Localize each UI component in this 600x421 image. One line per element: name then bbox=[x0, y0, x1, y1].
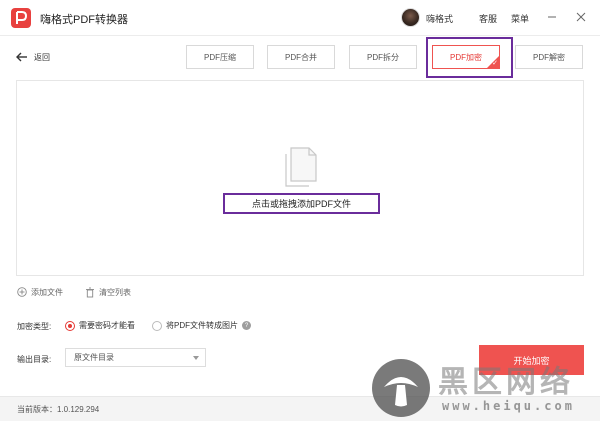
radio-selected-icon bbox=[65, 320, 75, 331]
back-button[interactable]: 返回 bbox=[16, 51, 50, 63]
drop-zone-prompt[interactable]: 点击或拖拽添加PDF文件 bbox=[223, 193, 380, 214]
tab-pdf-decrypt[interactable]: PDF解密 bbox=[515, 45, 583, 69]
tab-label: PDF压缩 bbox=[204, 52, 236, 62]
radio-convert-to-image[interactable]: 将PDF文件转成图片 ? bbox=[152, 320, 251, 331]
radio-unselected-icon bbox=[152, 320, 162, 331]
watermark-url: www.heiqu.com bbox=[442, 399, 575, 413]
radio-password-required[interactable]: 需要密码才能看 bbox=[65, 320, 135, 331]
tab-pdf-merge[interactable]: PDF合并 bbox=[267, 45, 335, 69]
arrow-left-icon bbox=[16, 52, 27, 62]
radio-password-label: 需要密码才能看 bbox=[79, 321, 135, 330]
radio-image-label: 将PDF文件转成图片 bbox=[166, 321, 238, 330]
minimize-icon[interactable] bbox=[545, 10, 559, 24]
close-icon[interactable] bbox=[574, 10, 588, 24]
app-title: 嗨格式PDF转换器 bbox=[40, 14, 128, 26]
add-file-label: 添加文件 bbox=[31, 287, 63, 297]
title-bar: 嗨格式PDF转换器 嗨格式 客服 菜单 bbox=[0, 0, 600, 36]
app-logo-icon bbox=[11, 8, 31, 28]
username[interactable]: 嗨格式 bbox=[426, 12, 453, 25]
document-icon bbox=[285, 147, 317, 187]
chevron-down-icon bbox=[193, 356, 199, 360]
version-text: 当前版本：1.0.129.294 bbox=[17, 405, 100, 414]
customer-service-button[interactable]: 客服 bbox=[479, 12, 497, 25]
menu-button[interactable]: 菜单 bbox=[511, 12, 529, 25]
tab-pdf-compress[interactable]: PDF压缩 bbox=[186, 45, 254, 69]
output-dir-label: 输出目录: bbox=[17, 355, 52, 364]
output-dir-select[interactable]: 原文件目录 bbox=[65, 348, 206, 367]
tab-label: PDF合并 bbox=[285, 52, 317, 62]
site-watermark: 黑区网络 www.heiqu.com bbox=[372, 355, 600, 421]
trash-icon bbox=[86, 287, 94, 297]
avatar[interactable] bbox=[401, 8, 420, 27]
encrypt-type-label: 加密类型: bbox=[17, 322, 52, 331]
mushroom-logo-icon bbox=[372, 359, 430, 417]
drop-zone-text: 点击或拖拽添加PDF文件 bbox=[251, 199, 351, 209]
watermark-text: 黑区网络 bbox=[438, 365, 574, 400]
back-label: 返回 bbox=[34, 52, 50, 62]
add-circle-icon bbox=[17, 287, 27, 297]
output-dir-value: 原文件目录 bbox=[74, 353, 114, 362]
highlight-box-tab bbox=[426, 37, 513, 78]
clear-list-label: 清空列表 bbox=[99, 287, 131, 297]
tab-label: PDF拆分 bbox=[367, 52, 399, 62]
clear-list-button[interactable]: 清空列表 bbox=[85, 286, 131, 298]
help-icon[interactable]: ? bbox=[242, 321, 251, 330]
tab-pdf-split[interactable]: PDF拆分 bbox=[349, 45, 417, 69]
add-file-button[interactable]: 添加文件 bbox=[17, 286, 63, 298]
tab-label: PDF解密 bbox=[533, 52, 565, 62]
